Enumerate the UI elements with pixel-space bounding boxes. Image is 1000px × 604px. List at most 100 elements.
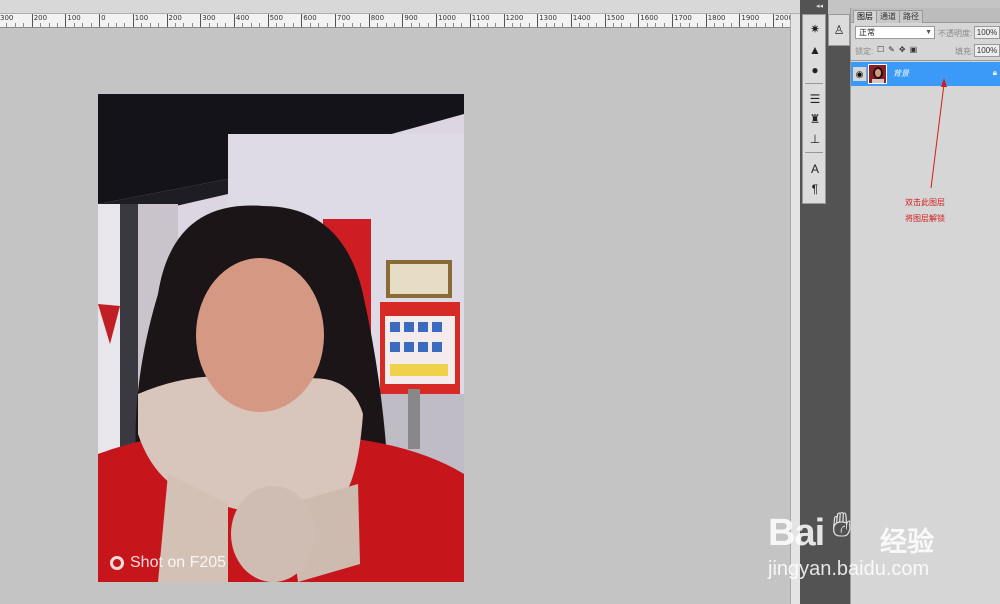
chevron-down-icon: ▼ <box>925 29 932 36</box>
ruler-minor-tick <box>259 23 261 27</box>
ruler-minor-tick <box>520 23 522 27</box>
layer-name[interactable]: 背景 <box>893 68 909 79</box>
tool-presets-column: ♙ <box>828 14 850 46</box>
ruler-label: 1700 <box>674 14 692 22</box>
ruler-minor-tick <box>495 23 497 27</box>
ruler-minor-tick <box>377 23 379 27</box>
ruler-minor-tick <box>73 23 75 27</box>
ruler-minor-tick <box>124 23 126 27</box>
ruler-minor-tick <box>225 23 227 27</box>
ruler-label: 1600 <box>640 14 659 22</box>
ruler-minor-tick <box>621 23 623 27</box>
blend-mode-select[interactable]: 正常 ▼ <box>855 26 935 39</box>
ruler-label: 300 <box>202 14 216 22</box>
ruler-minor-tick <box>562 23 564 27</box>
ruler-minor-tick <box>688 23 690 27</box>
ruler-label: 300 <box>0 14 14 22</box>
opacity-label: 不透明度: <box>938 29 973 38</box>
camera-ring-icon <box>110 556 124 570</box>
lock-brush-icon[interactable]: ✎ <box>888 45 895 54</box>
fill-field[interactable]: 100% <box>974 44 1000 57</box>
info-icon[interactable]: ● <box>806 62 824 78</box>
ruler-minor-tick <box>158 23 160 27</box>
ruler-minor-tick <box>82 23 84 27</box>
ruler-label: 200 <box>33 14 48 22</box>
annotation-line-2: 将图层解锁 <box>905 214 945 223</box>
tab-channels[interactable]: 通道 <box>876 10 900 23</box>
photo-illustration <box>98 94 464 582</box>
ruler-minor-tick <box>764 23 766 27</box>
dock-divider <box>805 83 823 84</box>
ruler-minor-tick <box>14 23 16 27</box>
dock-divider <box>805 152 823 153</box>
ruler-label: 1000 <box>438 14 456 22</box>
ruler-minor-tick <box>427 23 429 27</box>
collapse-arrows-icon[interactable]: ◂◂ <box>816 2 823 10</box>
ruler-label: 900 <box>404 14 418 22</box>
fill-label: 填充: <box>955 47 974 56</box>
ruler-minor-tick <box>6 23 8 27</box>
ruler-minor-tick <box>730 23 732 27</box>
dock-tool-column: ✷ ▲ ● ☰ ♜ ⊥ A ¶ <box>802 14 826 204</box>
eye-icon[interactable]: ◉ <box>853 67 867 81</box>
paw-icon: ✋︎ <box>832 506 852 544</box>
ruler-minor-tick <box>410 23 412 27</box>
tab-layers[interactable]: 图层 <box>853 10 877 23</box>
panel-tabs: 图层 通道 路径 <box>851 8 1000 23</box>
ruler-minor-tick <box>191 23 193 27</box>
ruler-minor-tick <box>579 23 581 27</box>
lock-move-icon[interactable]: ✥ <box>899 45 906 54</box>
ruler-label: 1100 <box>471 14 490 22</box>
brush-preset-icon[interactable]: ⊥ <box>806 131 824 147</box>
ruler-minor-tick <box>360 23 362 27</box>
ruler-label: 1200 <box>505 14 524 22</box>
ruler-minor-tick <box>141 23 143 27</box>
layer-thumbnail <box>868 64 887 84</box>
ruler-minor-tick <box>385 23 387 27</box>
ruler-label: 1900 <box>741 14 760 22</box>
ruler-minor-tick <box>781 23 783 27</box>
photo-caption: Shot on F205 <box>110 554 226 572</box>
ruler-minor-tick <box>596 23 598 27</box>
lock-all-icon[interactable]: ▣ <box>910 45 918 54</box>
ruler-minor-tick <box>554 23 556 27</box>
clone-icon[interactable]: ♜ <box>806 111 824 127</box>
ruler-minor-tick <box>646 23 648 27</box>
ruler-label: 100 <box>134 14 149 22</box>
ruler-minor-tick <box>250 23 252 27</box>
ruler-label: 100 <box>67 14 81 22</box>
tool-preset-icon[interactable]: ♙ <box>830 22 848 38</box>
ruler-label: 1300 <box>539 14 558 22</box>
ruler-minor-tick <box>486 23 488 27</box>
ruler-label: 0 <box>101 14 106 22</box>
ruler-minor-tick <box>174 23 176 27</box>
annotation-arrow <box>930 78 947 189</box>
adjust-icon[interactable]: ☰ <box>806 91 824 107</box>
ruler-minor-tick <box>613 23 615 27</box>
layer-thumbnail-image <box>869 65 886 83</box>
histogram-icon[interactable]: ▲ <box>806 42 824 58</box>
watermark-brand-cn: 经验 <box>880 527 934 557</box>
ruler-label: 1800 <box>707 14 726 22</box>
watermark-brand: Bai <box>768 512 825 554</box>
ruler-minor-tick <box>528 23 530 27</box>
ruler-minor-tick <box>284 23 286 27</box>
ruler-minor-tick <box>478 23 480 27</box>
opacity-field[interactable]: 100% <box>974 26 1000 39</box>
document-tab-strip <box>0 0 800 14</box>
lock-transparent-icon[interactable]: ☐ <box>877 45 884 54</box>
ruler-minor-tick <box>629 23 631 27</box>
paragraph-icon[interactable]: ¶ <box>806 181 824 197</box>
ruler-minor-tick <box>309 23 311 27</box>
ruler-minor-tick <box>242 23 244 27</box>
ruler-minor-tick <box>326 23 328 27</box>
ruler-minor-tick <box>461 23 463 27</box>
tab-paths[interactable]: 路径 <box>899 10 923 23</box>
ruler-label: 1500 <box>606 14 625 22</box>
navigator-icon[interactable]: ✷ <box>806 21 824 37</box>
ruler-minor-tick <box>115 23 117 27</box>
document-image[interactable]: Shot on F205 <box>98 94 464 582</box>
lock-label: 锁定: <box>855 47 874 56</box>
ruler-label: 800 <box>370 14 385 22</box>
character-icon[interactable]: A <box>806 161 824 177</box>
